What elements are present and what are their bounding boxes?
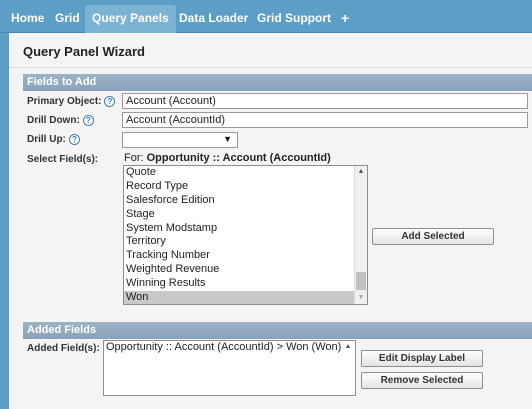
remove-selected-button[interactable]: Remove Selected <box>361 372 483 389</box>
for-object-name: Opportunity :: Account (AccountId) <box>146 152 331 164</box>
section-header-added-fields: Added Fields <box>23 322 532 339</box>
select-fields-label: Select Field(s): <box>27 154 99 165</box>
for-object-label: For: Opportunity :: Account (AccountId) <box>124 152 331 164</box>
list-item[interactable]: System Modstamp <box>124 222 367 236</box>
tab-grid-support[interactable]: Grid Support <box>250 5 338 33</box>
drill-up-label: Drill Up:? <box>27 134 80 145</box>
scroll-thumb[interactable] <box>356 272 366 290</box>
left-edge <box>0 33 9 409</box>
for-prefix: For: <box>124 152 144 164</box>
drill-down-label-text: Drill Down: <box>27 115 80 127</box>
chevron-down-icon: ▼ <box>223 134 232 144</box>
drill-down-label: Drill Down:? <box>27 115 94 126</box>
tab-query-panels[interactable]: Query Panels <box>85 5 176 33</box>
add-tab-icon[interactable]: + <box>334 5 356 33</box>
list-item[interactable]: Winning Results <box>124 277 367 291</box>
listbox-scrollbar[interactable]: ▲ <box>342 341 355 395</box>
primary-object-label: Primary Object:? <box>27 96 116 108</box>
page-title: Query Panel Wizard <box>23 44 145 59</box>
list-item[interactable]: Salesforce Edition <box>124 194 367 208</box>
added-fields-label: Added Field(s): <box>27 343 100 354</box>
list-item[interactable]: Opportunity :: Account (AccountId) > Won… <box>104 341 355 355</box>
list-item[interactable]: Quote <box>124 166 367 180</box>
list-item[interactable]: Weighted Revenue <box>124 263 367 277</box>
listbox-scrollbar[interactable]: ▲ ▼ <box>354 166 367 304</box>
drill-up-label-text: Drill Up: <box>27 134 66 146</box>
drill-up-select[interactable]: ▼ <box>122 132 238 148</box>
top-navigation: Home Grid Query Panels Data Loader Grid … <box>0 0 532 33</box>
help-icon[interactable]: ? <box>82 115 94 126</box>
list-item[interactable]: Stage <box>124 208 367 222</box>
help-icon[interactable]: ? <box>104 96 116 107</box>
list-item[interactable]: Tracking Number <box>124 249 367 263</box>
primary-object-field[interactable]: Account (Account) <box>122 93 528 109</box>
list-item-selected[interactable]: Won <box>124 291 367 304</box>
list-item[interactable]: Record Type <box>124 180 367 194</box>
edit-display-label-button[interactable]: Edit Display Label <box>361 350 483 367</box>
drill-down-field[interactable]: Account (AccountId) <box>122 112 528 128</box>
tab-home[interactable]: Home <box>4 5 51 33</box>
added-fields-listbox[interactable]: Opportunity :: Account (AccountId) > Won… <box>103 340 356 396</box>
tab-grid[interactable]: Grid <box>48 5 87 33</box>
section-header-fields-to-add: Fields to Add <box>23 74 532 91</box>
scroll-up-icon[interactable]: ▲ <box>355 166 367 178</box>
primary-object-label-text: Primary Object: <box>27 96 102 108</box>
scroll-up-icon[interactable]: ▲ <box>342 341 354 353</box>
select-fields-listbox[interactable]: Quote Record Type Salesforce Edition Sta… <box>123 165 368 305</box>
title-divider <box>9 67 532 68</box>
scroll-down-icon[interactable]: ▼ <box>355 292 367 304</box>
tab-data-loader[interactable]: Data Loader <box>172 5 255 33</box>
help-icon[interactable]: ? <box>68 134 80 145</box>
add-selected-button[interactable]: Add Selected <box>372 228 494 245</box>
list-item[interactable]: Territory <box>124 235 367 249</box>
